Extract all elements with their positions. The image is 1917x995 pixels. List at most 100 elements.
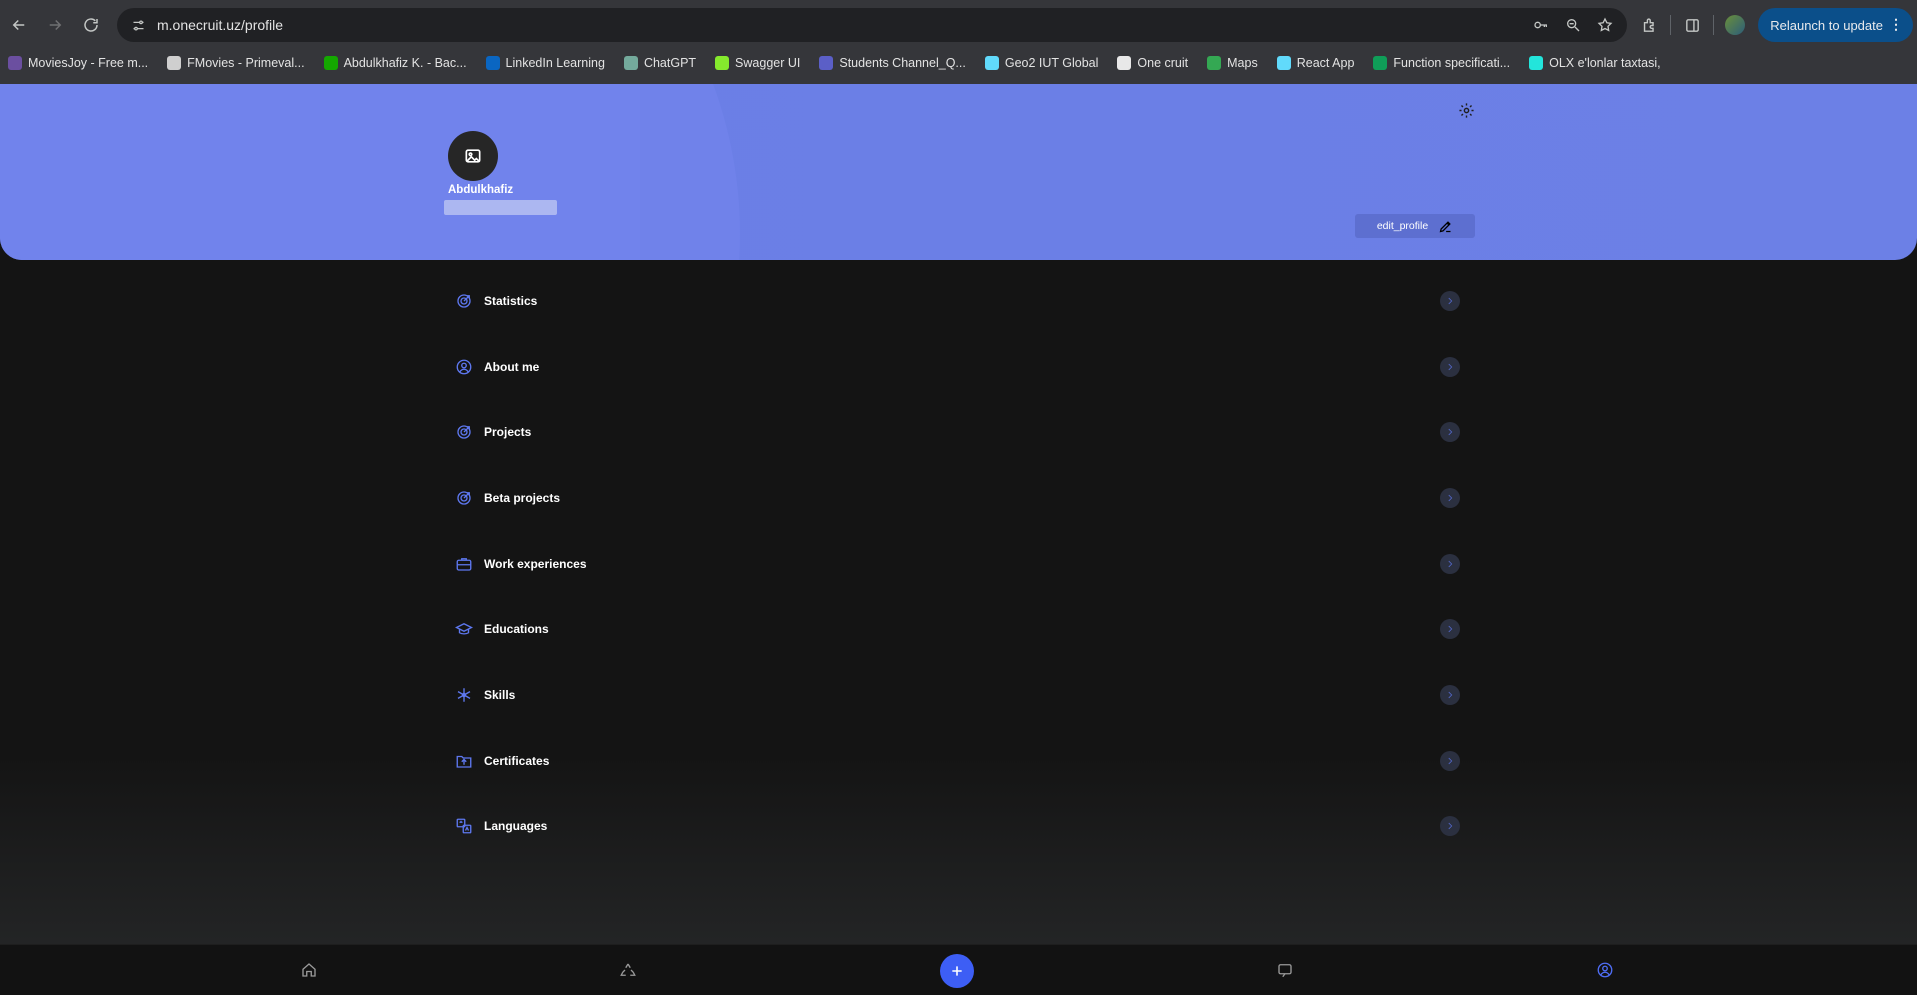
menu-item-educations[interactable]: Educations (450, 596, 1460, 662)
bottom-navigation (0, 944, 1917, 995)
chevron-right-icon[interactable] (1440, 290, 1460, 311)
reload-icon (84, 18, 98, 32)
chevron-right-icon[interactable] (1440, 553, 1460, 574)
bookmark-item[interactable]: Abdulkhafiz K. - Bac... (323, 56, 467, 70)
edit-profile-label: edit_profile (1376, 220, 1429, 232)
plus-icon (952, 966, 962, 976)
back-button[interactable] (2, 8, 36, 42)
browser-chrome: m.onecruit.uz/profile Relaunch to update… (0, 0, 1917, 84)
chevron-right-icon[interactable] (1440, 619, 1460, 640)
menu-item-label: Skills (484, 687, 516, 702)
chevron-right-icon[interactable] (1440, 750, 1460, 771)
bookmark-label: One cruit (1137, 56, 1189, 70)
settings-button[interactable] (1455, 99, 1477, 121)
bookmark-label: LinkedIn Learning (505, 56, 605, 70)
toolbar-divider (1670, 15, 1672, 35)
bookmark-item[interactable]: LinkedIn Learning (485, 56, 605, 70)
avatar[interactable] (448, 131, 498, 181)
message-icon (1278, 964, 1292, 978)
bookmark-item[interactable]: Students Channel_Q... (819, 56, 966, 70)
menu-item-label: Beta projects (484, 490, 561, 505)
add-button[interactable] (940, 954, 974, 988)
bookmark-label: React App (1296, 56, 1355, 70)
bookmark-item[interactable]: Function specificati... (1373, 56, 1510, 70)
nav-explore[interactable] (617, 959, 639, 981)
menu-item-skills[interactable]: Skills (450, 662, 1460, 728)
bookmark-item[interactable]: Swagger UI (715, 56, 800, 70)
bookmark-item[interactable]: Maps (1207, 56, 1258, 70)
bookmark-item[interactable]: One cruit (1117, 56, 1188, 70)
bookmark-label: Maps (1227, 56, 1258, 70)
profile-button[interactable] (1718, 8, 1752, 42)
more-vert-icon: ⋮ (1889, 16, 1903, 32)
bookmark-star-icon[interactable] (1593, 13, 1617, 37)
menu-item-beta-projects[interactable]: Beta projects (450, 465, 1460, 531)
briefcase-icon (454, 554, 474, 574)
bookmark-item[interactable]: Geo2 IUT Global (984, 56, 1099, 70)
chevron-right-icon[interactable] (1440, 684, 1460, 705)
browser-avatar (1725, 15, 1746, 35)
favicon-icon (819, 56, 834, 70)
menu-item-certificates[interactable]: Certificates (450, 728, 1460, 794)
address-bar[interactable]: m.onecruit.uz/profile (117, 8, 1627, 42)
image-placeholder-icon (465, 149, 481, 163)
toolbar-divider (1713, 15, 1715, 35)
favicon-icon (1276, 56, 1291, 70)
bookmark-label: ChatGPT (643, 56, 697, 70)
nav-messages[interactable] (1274, 959, 1296, 981)
nav-home[interactable] (298, 959, 320, 981)
favicon-icon (1529, 56, 1544, 70)
menu-item-projects[interactable]: Projects (450, 399, 1460, 465)
favicon-icon (623, 56, 638, 70)
menu-item-label: Certificates (484, 753, 550, 768)
favicon-icon (1207, 56, 1222, 70)
bookmark-item[interactable]: React App (1276, 56, 1355, 70)
menu-item-label: Educations (484, 622, 549, 637)
profile-name: Abdulkhafiz (448, 184, 514, 196)
url-text: m.onecruit.uz/profile (157, 17, 284, 33)
bookmark-label: OLX e'lonlar taxtasi, (1549, 56, 1661, 70)
home-icon (302, 963, 316, 977)
chevron-right-icon[interactable] (1440, 487, 1460, 508)
menu-item-statistics[interactable]: Statistics (450, 268, 1460, 334)
bookmark-item[interactable]: OLX e'lonlar taxtasi, (1529, 56, 1661, 70)
bookmark-label: Students Channel_Q... (839, 56, 966, 70)
favicon-icon (485, 56, 500, 70)
bookmark-label: FMovies - Primeval... (187, 56, 305, 70)
bookmark-label: Geo2 IUT Global (1004, 56, 1099, 70)
bookmark-item[interactable]: MoviesJoy - Free m... (8, 56, 148, 70)
chevron-right-icon[interactable] (1440, 422, 1460, 443)
chevron-right-icon[interactable] (1440, 356, 1460, 377)
side-panel-button[interactable] (1675, 8, 1709, 42)
favicon-icon (715, 56, 730, 70)
arrow-left-icon (12, 19, 25, 31)
favicon-icon (167, 56, 182, 70)
edit-profile-button[interactable]: edit_profile (1355, 214, 1475, 238)
menu-item-label: Statistics (484, 293, 538, 308)
profile-menu: Statistics About me Projects Beta projects W… (450, 268, 1460, 859)
menu-item-label: Projects (484, 425, 532, 440)
graduation-cap-icon (454, 619, 474, 639)
zoom-icon[interactable] (1561, 13, 1585, 37)
menu-item-work-experiences[interactable]: Work experiences (450, 531, 1460, 597)
bookmark-item[interactable]: ChatGPT (623, 56, 697, 70)
reload-button[interactable] (74, 8, 108, 42)
relaunch-label: Relaunch to update (1770, 17, 1883, 33)
profile-header: Abdulkhafiz edit_profile (0, 84, 1917, 260)
header-decoration (0, 84, 740, 260)
extensions-button[interactable] (1632, 8, 1666, 42)
bookmark-label: Function specificati... (1393, 56, 1511, 70)
menu-item-about-me[interactable]: About me (450, 334, 1460, 400)
bookmark-item[interactable]: FMovies - Primeval... (167, 56, 305, 70)
menu-item-label: About me (484, 359, 540, 374)
menu-item-languages[interactable]: Languages (450, 794, 1460, 860)
key-icon[interactable] (1529, 13, 1553, 37)
site-settings-icon[interactable] (121, 8, 155, 42)
bookmarks-bar: MoviesJoy - Free m... FMovies - Primeval.… (0, 50, 1917, 76)
forward-button[interactable] (38, 8, 72, 42)
target-icon (454, 291, 474, 311)
nav-profile[interactable] (1594, 959, 1616, 981)
chevron-right-icon[interactable] (1440, 816, 1460, 837)
relaunch-button[interactable]: Relaunch to update ⋮ (1758, 8, 1913, 42)
recycle-icon (620, 963, 636, 976)
